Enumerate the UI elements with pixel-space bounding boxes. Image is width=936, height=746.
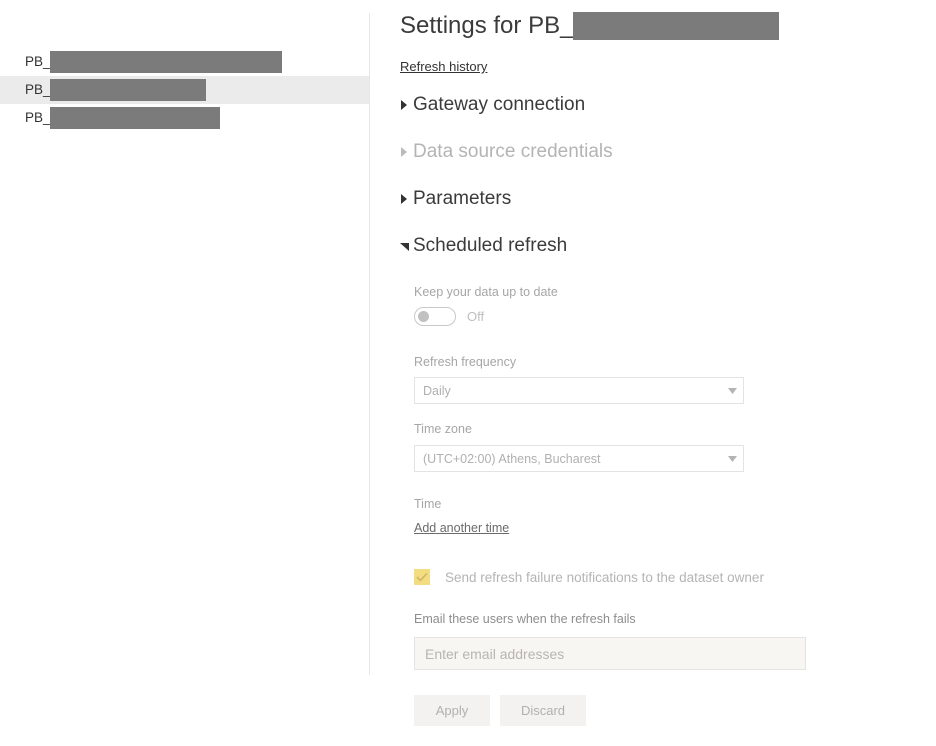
list-item-label: PB_ bbox=[25, 110, 51, 125]
section-header-label: Gateway connection bbox=[413, 94, 586, 115]
section-header-data-source-credentials[interactable]: Data source credentials bbox=[400, 140, 613, 164]
list-item[interactable]: PB_ bbox=[0, 76, 369, 104]
time-zone-value: (UTC+02:00) Athens, Bucharest bbox=[423, 451, 601, 466]
section-header-scheduled-refresh[interactable]: Scheduled refresh bbox=[400, 234, 567, 258]
dataset-list: PB_ PB_ PB_ bbox=[0, 48, 369, 132]
notify-owner-label: Send refresh failure notifications to th… bbox=[445, 569, 764, 585]
refresh-history-link[interactable]: Refresh history bbox=[400, 59, 487, 74]
settings-pane: Settings for PB_ Refresh history Gateway… bbox=[369, 0, 936, 746]
triangle-right-icon bbox=[400, 100, 410, 110]
triangle-right-icon bbox=[400, 194, 410, 204]
refresh-frequency-dropdown[interactable]: Daily bbox=[414, 377, 744, 404]
add-another-time-link[interactable]: Add another time bbox=[414, 521, 509, 535]
refresh-frequency-value: Daily bbox=[423, 383, 451, 398]
redaction-bar bbox=[49, 107, 220, 129]
list-item-label: PB_ bbox=[25, 54, 51, 69]
email-users-label: Email these users when the refresh fails bbox=[414, 612, 636, 626]
dataset-list-pane: PB_ PB_ PB_ bbox=[0, 0, 369, 746]
email-addresses-input[interactable] bbox=[414, 637, 806, 670]
section-header-label: Data source credentials bbox=[413, 141, 613, 162]
toggle-state-label: Off bbox=[467, 309, 485, 324]
apply-button[interactable]: Apply bbox=[414, 695, 490, 726]
redaction-bar bbox=[49, 79, 206, 101]
time-zone-label: Time zone bbox=[414, 422, 472, 436]
redaction-bar bbox=[49, 51, 282, 73]
list-item[interactable]: PB_ bbox=[0, 48, 369, 76]
toggle-knob bbox=[418, 311, 429, 322]
notify-owner-checkbox[interactable] bbox=[414, 569, 430, 585]
page-title: Settings for PB_ bbox=[400, 10, 780, 42]
keep-data-updated-label: Keep your data up to date bbox=[414, 285, 558, 299]
section-header-parameters[interactable]: Parameters bbox=[400, 187, 511, 211]
check-icon bbox=[416, 572, 428, 582]
notify-owner-row: Send refresh failure notifications to th… bbox=[414, 569, 764, 585]
page-title-text: Settings for PB_ bbox=[400, 12, 574, 39]
time-zone-dropdown[interactable]: (UTC+02:00) Athens, Bucharest bbox=[414, 445, 744, 472]
section-header-label: Scheduled refresh bbox=[413, 235, 568, 256]
discard-button[interactable]: Discard bbox=[500, 695, 586, 726]
triangle-right-icon bbox=[400, 147, 410, 157]
list-item-label: PB_ bbox=[25, 82, 51, 97]
section-header-gateway-connection[interactable]: Gateway connection bbox=[400, 93, 585, 117]
triangle-down-icon bbox=[400, 241, 410, 251]
chevron-down-icon bbox=[721, 387, 743, 394]
settings-page: PB_ PB_ PB_ Settings for PB_ Refresh his… bbox=[0, 0, 936, 746]
refresh-frequency-label: Refresh frequency bbox=[414, 355, 517, 369]
redaction-bar bbox=[573, 12, 780, 40]
keep-data-updated-toggle[interactable] bbox=[414, 307, 456, 326]
chevron-down-icon bbox=[721, 455, 743, 462]
keep-data-updated-toggle-row: Off bbox=[414, 307, 484, 326]
section-header-label: Parameters bbox=[413, 188, 512, 209]
time-label: Time bbox=[414, 497, 442, 511]
list-item[interactable]: PB_ bbox=[0, 104, 369, 132]
